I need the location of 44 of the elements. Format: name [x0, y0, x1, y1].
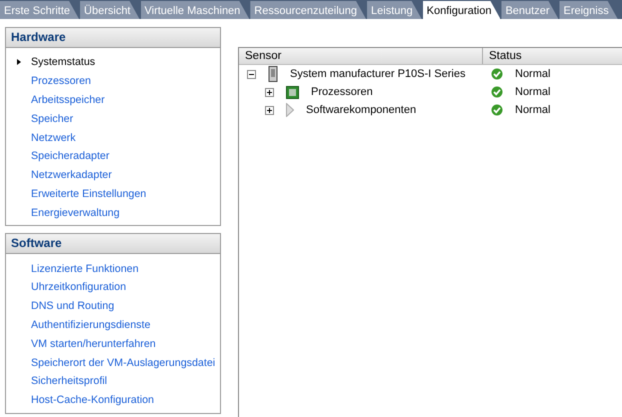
- nav-link[interactable]: Speicher: [31, 112, 74, 125]
- nav-link[interactable]: Speicheradapter: [31, 150, 110, 162]
- nav-link[interactable]: Authentifizierungsdienste: [31, 318, 150, 331]
- status-text: Normal: [515, 68, 550, 80]
- triangle-icon: [286, 103, 294, 117]
- nav-link[interactable]: Lizenzierte Funktionen: [31, 262, 139, 275]
- status-text: Normal: [515, 104, 550, 116]
- nav-link[interactable]: Uhrzeitkonfiguration: [31, 281, 126, 294]
- nav-link[interactable]: Netzwerk: [31, 132, 76, 144]
- nav-link[interactable]: Erweiterte Einstellungen: [31, 188, 146, 200]
- nav-link[interactable]: DNS und Routing: [31, 300, 114, 312]
- collapse-icon[interactable]: [247, 70, 256, 78]
- sensor-name: Prozessoren: [311, 86, 373, 98]
- tab[interactable]: Virtuelle Maschinen: [140, 1, 250, 19]
- expand-icon[interactable]: [265, 106, 274, 114]
- nav-link[interactable]: Speicherort der VM-Auslagerungsdatei: [31, 356, 216, 369]
- check-icon: [491, 68, 503, 80]
- nav-link[interactable]: Prozessoren: [31, 75, 91, 88]
- tab[interactable]: Ereigniss: [559, 1, 618, 19]
- nav-link[interactable]: Sicherheitsprofil: [31, 375, 108, 388]
- server-icon: [268, 66, 278, 82]
- nav-link[interactable]: Host-Cache-Konfiguration: [31, 394, 154, 406]
- check-icon: [491, 86, 503, 98]
- nav-link[interactable]: VM starten/herunterfahren: [31, 338, 156, 350]
- tab[interactable]: Leistung: [367, 1, 422, 19]
- nav-link[interactable]: Arbeitsspeicher: [31, 94, 105, 106]
- nav-link[interactable]: Systemstatus: [31, 56, 96, 68]
- status-text: Normal: [515, 86, 550, 98]
- sensor-name: System manufacturer P10S-I Series: [290, 68, 466, 80]
- tab[interactable]: Benutzer: [501, 1, 558, 19]
- nav-link[interactable]: Energieverwaltung: [31, 206, 120, 219]
- tab[interactable]: Übersicht: [80, 1, 140, 19]
- check-icon: [491, 104, 503, 116]
- nav-link[interactable]: Netzwerkadapter: [31, 169, 112, 182]
- section-header: Hardware: [6, 28, 220, 48]
- tab[interactable]: Erste Schritte: [0, 1, 80, 19]
- expand-icon[interactable]: [265, 88, 274, 96]
- tab[interactable]: Konfiguration: [422, 1, 500, 19]
- chip-icon: [286, 86, 299, 98]
- sensor-name: Softwarekomponenten: [306, 104, 416, 116]
- tab[interactable]: Ressourcenzuteilung: [250, 1, 366, 19]
- column-header[interactable]: Status: [483, 48, 622, 64]
- column-header[interactable]: Sensor: [239, 48, 483, 64]
- section-header: Software: [6, 234, 220, 254]
